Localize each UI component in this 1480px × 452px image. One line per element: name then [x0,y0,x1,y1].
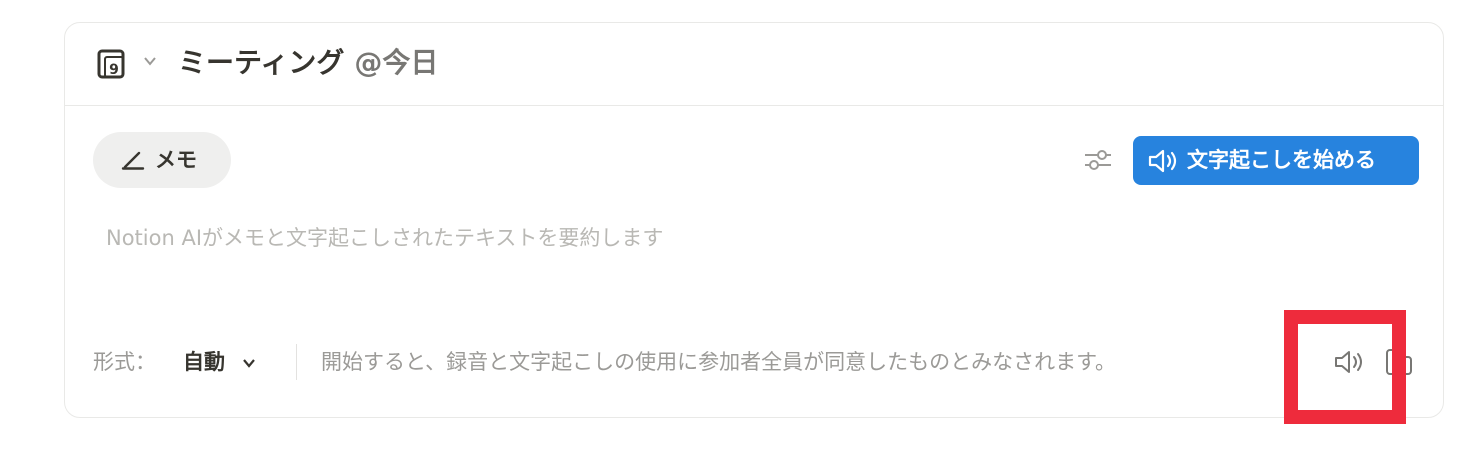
date-mention[interactable]: @今日 [354,46,438,79]
chevron-down-icon[interactable] [143,56,157,66]
highlight-box [1284,310,1406,424]
speaker-icon [1148,149,1177,173]
format-value: 自動 [183,350,225,374]
format-select[interactable]: 自動 [183,347,256,377]
calendar-day: 9 [109,62,119,78]
calendar-icon[interactable]: 9 [97,47,127,79]
meeting-card: 9 ミーティング @今日 メモ 文字起こしを始める Notion AIがメモと文字… [64,22,1444,418]
memo-tab[interactable]: メモ [93,132,231,188]
meeting-header: 9 ミーティング @今日 [65,23,1443,106]
summary-placeholder[interactable]: Notion AIがメモと文字起こしされたテキストを要約します [106,223,663,253]
start-transcription-label: 文字起こしを始める [1187,148,1376,172]
settings-sliders-icon[interactable] [1083,147,1113,173]
consent-notice: 開始すると、録音と文字起こしの使用に参加者全員が同意したものとみなされます。 [321,350,1117,374]
meeting-title[interactable]: ミーティング [178,46,344,79]
format-label: 形式： [93,350,156,374]
start-transcription-button[interactable]: 文字起こしを始める [1133,136,1419,185]
memo-tab-label: メモ [155,148,197,172]
footer-divider [296,344,297,380]
chevron-down-icon [243,359,256,368]
page-title: ミーティング @今日 [178,43,438,83]
pen-icon [121,151,145,170]
